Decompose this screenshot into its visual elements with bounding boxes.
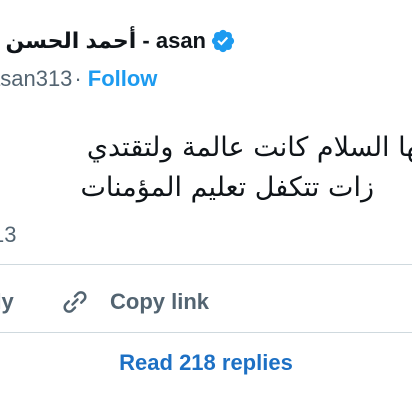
handle-row: asan313·Follow xyxy=(0,64,157,94)
actions-row: ply Copy link xyxy=(0,284,412,320)
verified-badge-icon xyxy=(211,29,235,53)
read-replies-button[interactable]: Read 218 replies xyxy=(0,348,412,378)
reply-button[interactable]: ply xyxy=(0,284,14,320)
link-icon xyxy=(63,291,87,313)
tweet-card: أحمد الحسن - asan asan313·Follow عليها ا… xyxy=(0,0,412,412)
copy-link-button[interactable]: Copy link xyxy=(60,284,209,320)
follow-button[interactable]: Follow xyxy=(88,66,158,91)
tweet-text: عليها السلام كانت عالمة ولتقتدي زات تتكف… xyxy=(0,128,412,208)
tweet-text-line-2: زات تتكفل تعليم المؤمنات xyxy=(80,172,374,203)
author-header[interactable]: أحمد الحسن - asan xyxy=(5,26,236,56)
tweet-text-line-1: عليها السلام كانت عالمة ولتقتدي xyxy=(86,132,412,163)
author-display-name[interactable]: أحمد الحسن - asan xyxy=(5,26,206,56)
author-handle[interactable]: asan313 xyxy=(0,66,72,91)
tweet-timestamp[interactable]: 13 xyxy=(0,220,16,250)
divider-bottom xyxy=(0,332,412,333)
divider-top xyxy=(0,264,412,265)
separator-dot: · xyxy=(74,66,82,91)
copy-link-label: Copy link xyxy=(110,289,210,314)
